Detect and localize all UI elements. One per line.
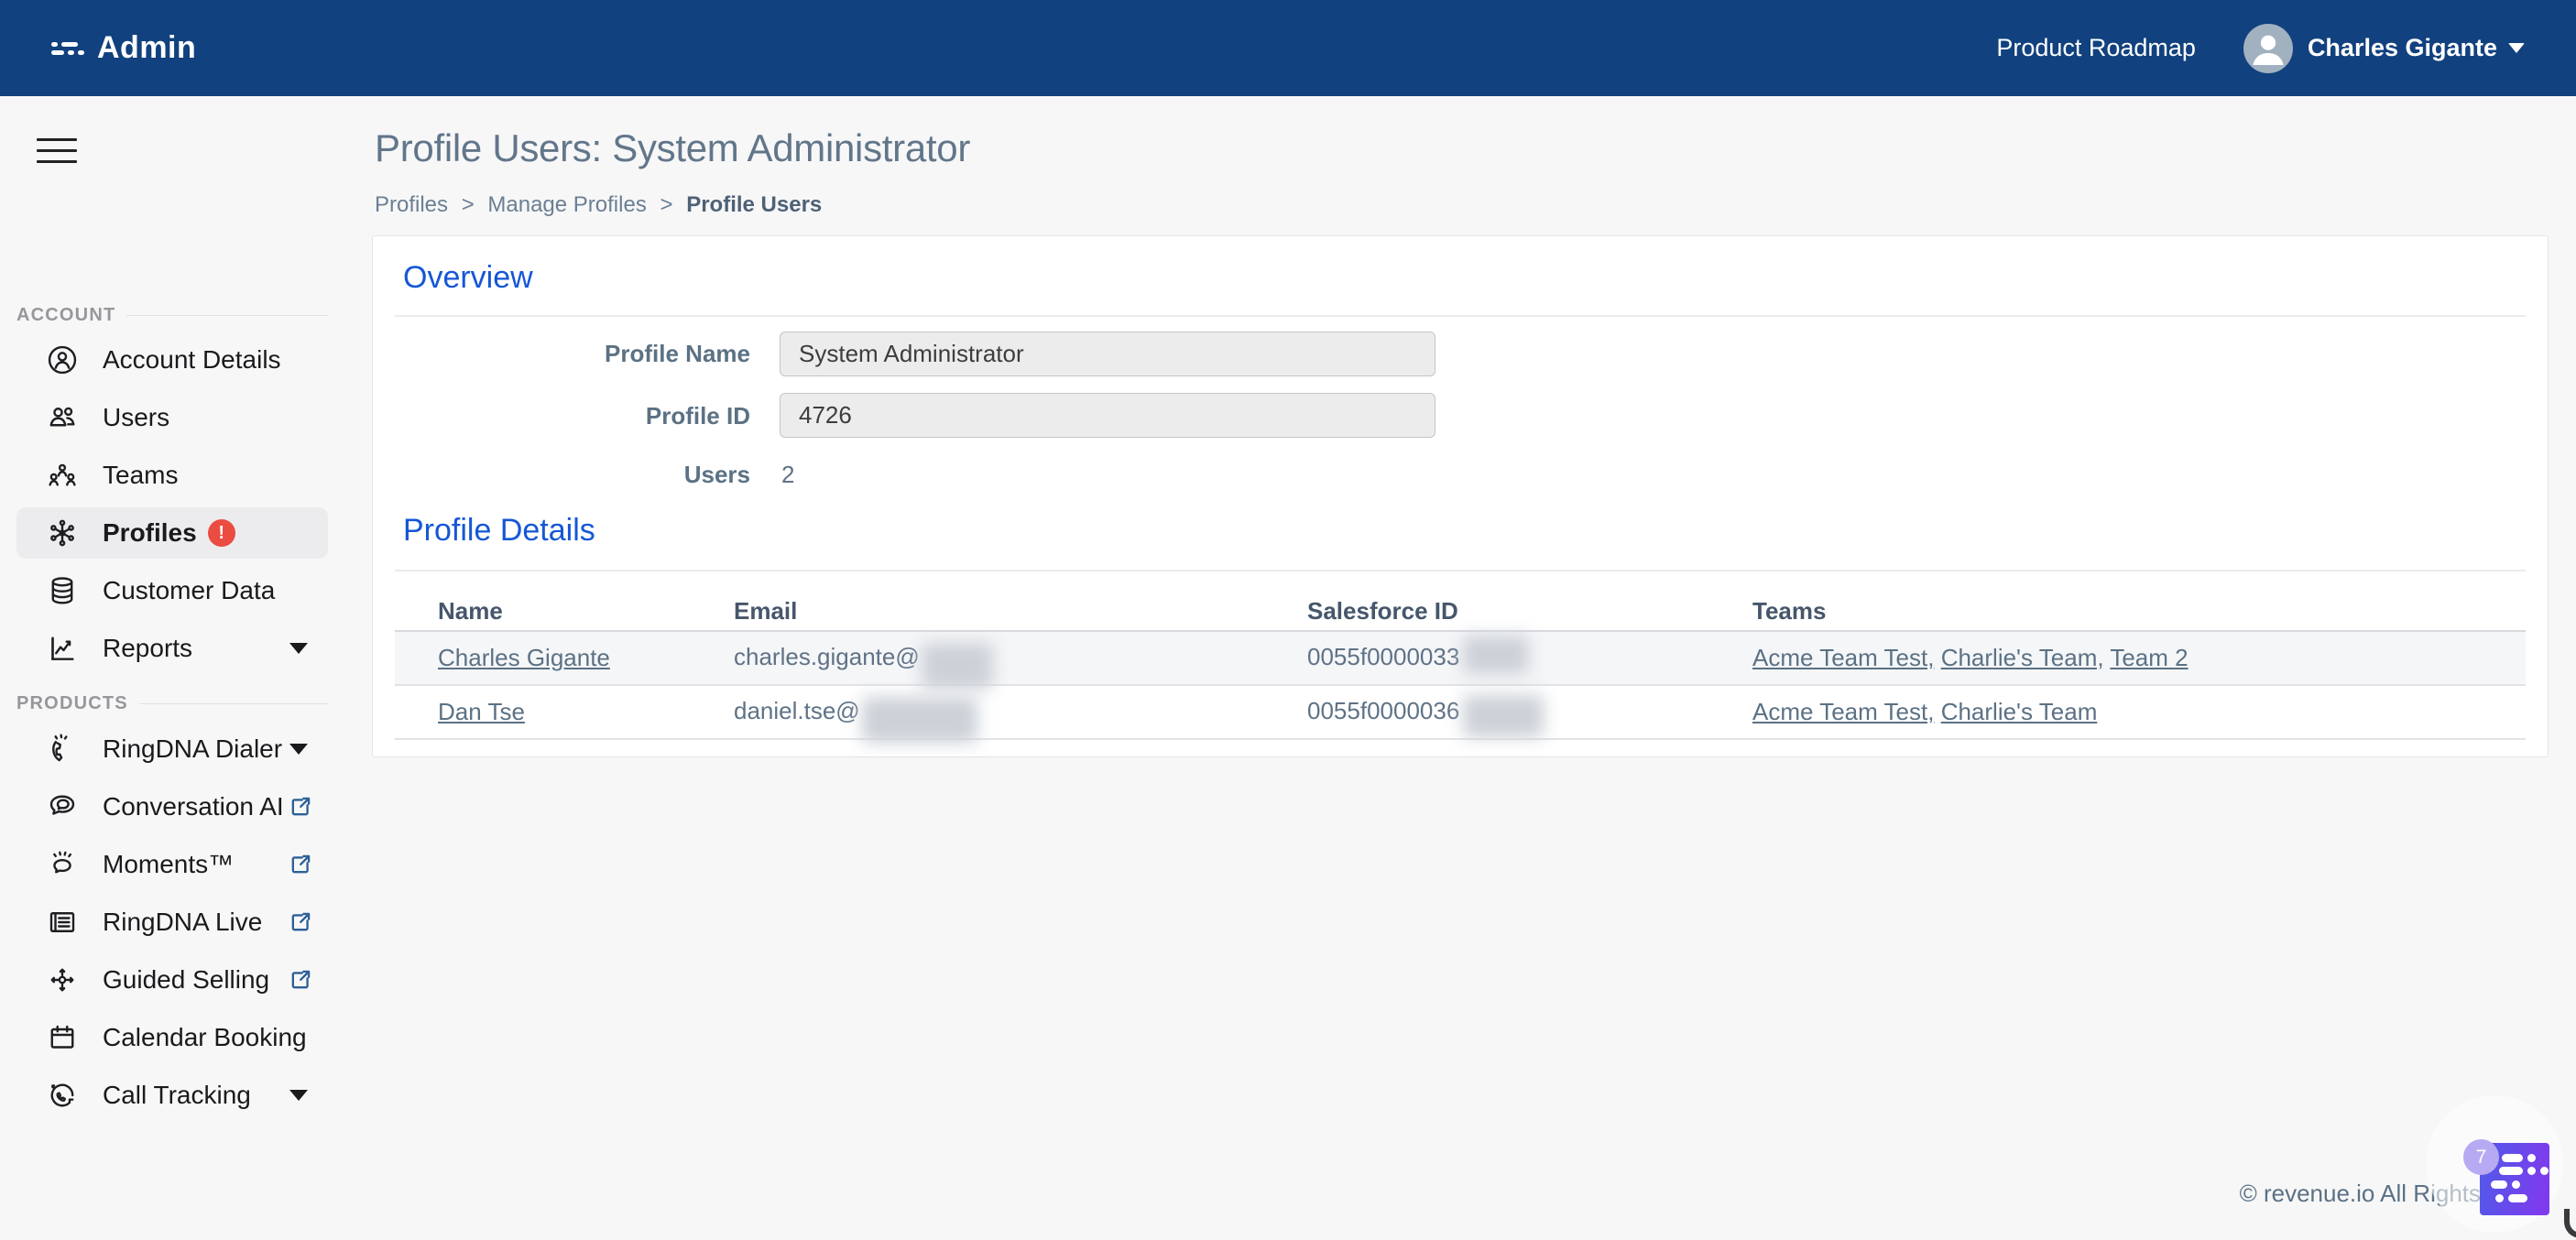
redacted-text bbox=[1463, 695, 1544, 737]
user-link[interactable]: Charles Gigante bbox=[438, 644, 610, 671]
users-count: 2 bbox=[781, 461, 794, 489]
moments-icon bbox=[46, 848, 79, 881]
salesforce-id-visible: 0055f0000033 bbox=[1307, 642, 1459, 669]
email-visible: daniel.tse@ bbox=[734, 696, 860, 723]
sidebar-section-products: PRODUCTS bbox=[16, 693, 328, 714]
column-header-email: Email bbox=[734, 597, 1307, 625]
sidebar-item-users[interactable]: Users bbox=[16, 392, 328, 443]
page-title: Profile Users: System Administrator bbox=[375, 126, 970, 170]
call-tracking-icon bbox=[46, 1079, 79, 1112]
redacted-text bbox=[1463, 636, 1529, 674]
product-roadmap-link[interactable]: Product Roadmap bbox=[1996, 34, 2196, 62]
email-visible: charles.gigante@ bbox=[734, 642, 920, 669]
salesforce-id-visible: 0055f0000036 bbox=[1307, 696, 1459, 723]
user-menu[interactable]: Charles Gigante bbox=[2308, 34, 2497, 62]
user-link[interactable]: Dan Tse bbox=[438, 698, 525, 725]
conversation-ai-icon bbox=[46, 790, 79, 823]
team-link[interactable]: Charlie's Team, bbox=[1941, 644, 2104, 671]
breadcrumb-manage-profiles[interactable]: Manage Profiles bbox=[487, 192, 646, 217]
user-avatar[interactable] bbox=[2243, 24, 2293, 73]
caret-down-icon[interactable] bbox=[289, 744, 308, 755]
team-link[interactable]: Team 2 bbox=[2110, 644, 2188, 671]
profiles-icon bbox=[46, 517, 79, 549]
sidebar-section-account: ACCOUNT bbox=[16, 305, 328, 326]
users-icon bbox=[46, 401, 79, 434]
guided-selling-icon bbox=[46, 963, 79, 996]
sidebar-item-account-details[interactable]: Account Details bbox=[16, 334, 328, 386]
profile-id-label: Profile ID bbox=[373, 402, 750, 430]
table-row: Charles Gigante charles.gigante@ 0055f00… bbox=[395, 632, 2526, 686]
sidebar: ACCOUNT Account Details Users Teams Prof… bbox=[0, 96, 330, 1240]
profile-id-field[interactable] bbox=[780, 393, 1435, 438]
table-row: Dan Tse daniel.tse@ 0055f0000036 Acme Te… bbox=[395, 686, 2526, 740]
users-label: Users bbox=[373, 461, 750, 489]
profile-details-heading: Profile Details bbox=[403, 513, 595, 549]
revenue-logo-icon bbox=[51, 42, 84, 55]
customer-data-icon bbox=[46, 574, 79, 607]
sidebar-item-teams[interactable]: Teams bbox=[16, 450, 328, 501]
reports-icon bbox=[46, 632, 79, 665]
corner-widget-fragment bbox=[2564, 1209, 2576, 1238]
divider bbox=[395, 315, 2526, 317]
person-icon bbox=[2243, 24, 2293, 73]
breadcrumb-current: Profile Users bbox=[686, 192, 822, 217]
external-link-icon[interactable] bbox=[288, 909, 313, 935]
sidebar-item-customer-data[interactable]: Customer Data bbox=[16, 565, 328, 616]
app-title: Admin bbox=[97, 30, 196, 66]
teams-icon bbox=[46, 459, 79, 492]
external-link-icon[interactable] bbox=[288, 967, 313, 993]
calendar-booking-icon bbox=[46, 1021, 79, 1054]
overview-heading: Overview bbox=[403, 260, 533, 296]
column-header-teams: Teams bbox=[1752, 597, 2526, 625]
dialer-icon bbox=[46, 733, 79, 766]
sidebar-item-calendar-booking[interactable]: Calendar Booking bbox=[16, 1012, 328, 1063]
sidebar-item-guided-selling[interactable]: Guided Selling bbox=[16, 954, 328, 1006]
redacted-text bbox=[862, 697, 977, 743]
team-link[interactable]: Acme Team Test, bbox=[1752, 698, 1934, 725]
caret-down-icon[interactable] bbox=[289, 1090, 308, 1101]
breadcrumb: Profiles > Manage Profiles > Profile Use… bbox=[375, 192, 822, 218]
external-link-icon[interactable] bbox=[288, 794, 313, 820]
brand[interactable]: Admin bbox=[51, 30, 196, 66]
notification-badge: 7 bbox=[2463, 1139, 2499, 1175]
breadcrumb-separator: > bbox=[462, 192, 475, 217]
breadcrumb-separator: > bbox=[660, 192, 673, 217]
content-card: Overview Profile Name Profile ID Users 2… bbox=[372, 235, 2549, 757]
sidebar-item-conversation-ai[interactable]: Conversation AI bbox=[16, 781, 328, 832]
sidebar-item-ringdna-live[interactable]: RingDNA Live bbox=[16, 897, 328, 948]
profile-name-label: Profile Name bbox=[373, 340, 750, 368]
redacted-text bbox=[922, 643, 993, 689]
breadcrumb-profiles[interactable]: Profiles bbox=[375, 192, 448, 217]
team-link[interactable]: Charlie's Team bbox=[1941, 698, 2098, 725]
profile-name-field[interactable] bbox=[780, 332, 1435, 376]
menu-toggle-icon[interactable] bbox=[37, 138, 77, 171]
profile-users-table: Name Email Salesforce ID Teams Charles G… bbox=[395, 592, 2526, 740]
caret-down-icon[interactable] bbox=[2508, 43, 2525, 53]
table-header-row: Name Email Salesforce ID Teams bbox=[395, 592, 2526, 632]
sidebar-item-ringdna-dialer[interactable]: RingDNA Dialer bbox=[16, 723, 328, 775]
caret-down-icon[interactable] bbox=[289, 643, 308, 654]
sidebar-item-moments[interactable]: Moments™ bbox=[16, 839, 328, 890]
alert-badge: ! bbox=[208, 519, 235, 547]
sidebar-item-call-tracking[interactable]: Call Tracking bbox=[16, 1070, 328, 1121]
top-bar: Admin Product Roadmap Charles Gigante bbox=[0, 0, 2576, 96]
account-details-icon bbox=[46, 343, 79, 376]
column-header-name: Name bbox=[395, 597, 734, 625]
team-link[interactable]: Acme Team Test, bbox=[1752, 644, 1934, 671]
sidebar-item-reports[interactable]: Reports bbox=[16, 623, 328, 674]
ringdna-live-icon bbox=[46, 906, 79, 939]
divider bbox=[395, 570, 2526, 571]
chat-widget-button[interactable]: 7 bbox=[2480, 1143, 2549, 1215]
external-link-icon[interactable] bbox=[288, 852, 313, 877]
column-header-salesforce-id: Salesforce ID bbox=[1307, 597, 1752, 625]
sidebar-item-profiles[interactable]: Profiles ! bbox=[16, 507, 328, 559]
